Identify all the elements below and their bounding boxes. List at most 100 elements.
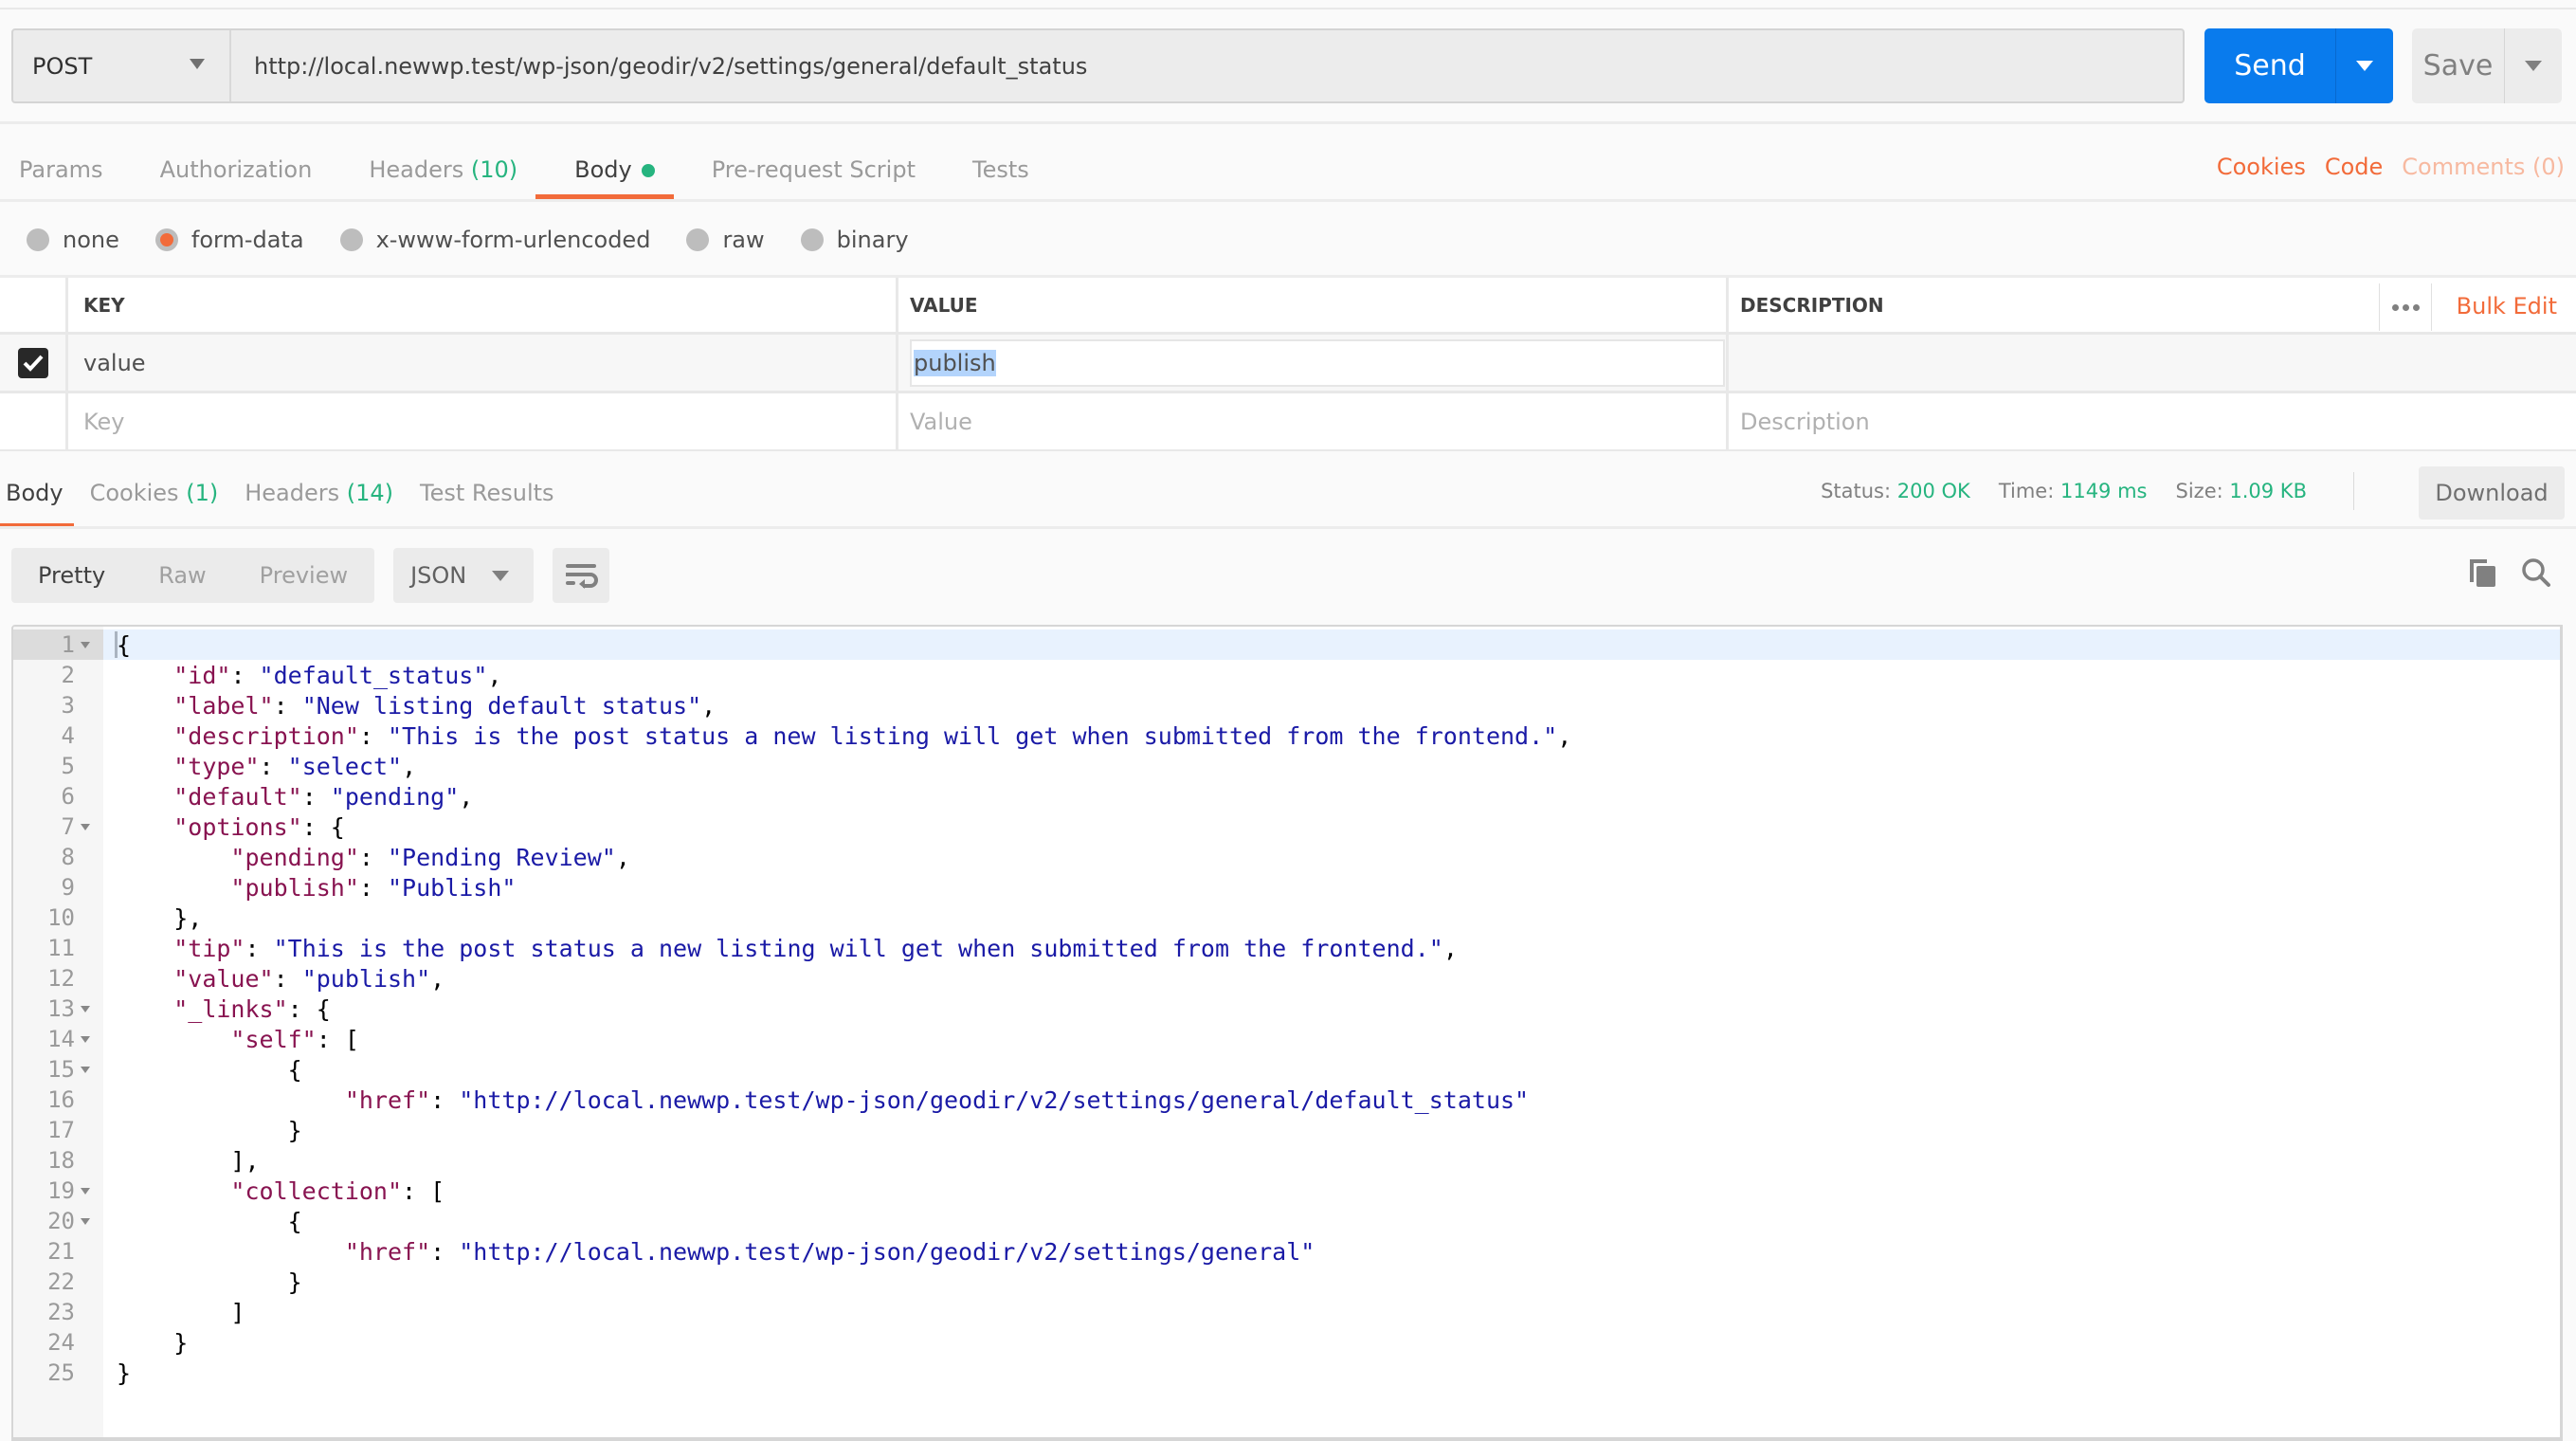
json-punctuation: { <box>287 1055 302 1084</box>
json-key: "value" <box>173 964 274 993</box>
response-tab-test-results[interactable]: Test Results <box>420 480 554 506</box>
radio-binary[interactable]: binary <box>800 227 909 253</box>
fold-toggle-icon[interactable] <box>81 1187 90 1195</box>
description-input[interactable] <box>1729 335 2576 391</box>
line-number: 10 <box>13 903 103 933</box>
json-punctuation: , <box>487 661 502 689</box>
new-value-input[interactable]: Value <box>898 393 1729 449</box>
save-button[interactable]: Save <box>2412 28 2505 103</box>
json-key: "_links" <box>173 994 288 1023</box>
key-input[interactable]: value <box>68 335 898 391</box>
copy-icon[interactable] <box>2468 557 2496 588</box>
json-key: "pending" <box>230 843 359 871</box>
fold-toggle-icon[interactable] <box>81 1066 90 1073</box>
radio-none[interactable]: none <box>27 227 119 253</box>
line-number-text: 10 <box>47 904 75 931</box>
bulk-edit-link[interactable]: Bulk Edit <box>2457 293 2557 319</box>
tab-label: Params <box>19 156 103 183</box>
row-enabled-checkbox[interactable] <box>17 347 48 378</box>
text-cursor <box>115 631 118 658</box>
send-options-dropdown[interactable] <box>2336 28 2393 103</box>
tab-authorization[interactable]: Authorization <box>160 156 313 183</box>
response-tab-body[interactable]: Body <box>6 480 63 506</box>
line-number: 24 <box>13 1327 103 1358</box>
line-number: 13 <box>13 994 103 1024</box>
response-tab-cookies[interactable]: Cookies (1) <box>90 480 219 506</box>
tab-pre-request-script[interactable]: Pre-request Script <box>712 156 916 183</box>
empty-checkbox-cell <box>0 393 68 449</box>
comments-link[interactable]: Comments (0) <box>2402 154 2565 180</box>
json-punctuation: : <box>430 1237 460 1266</box>
radio-icon <box>686 228 710 251</box>
time-readout: Time: 1149 ms <box>1999 480 2148 502</box>
code-line: 6 "default": "pending", <box>13 781 2560 812</box>
tab-tests[interactable]: Tests <box>972 156 1029 183</box>
value-text-selected: publish <box>914 349 996 376</box>
json-punctuation: : <box>273 964 302 993</box>
tab-count: (10) <box>470 156 518 183</box>
json-punctuation: : <box>245 934 274 962</box>
json-string: "publish" <box>301 964 431 993</box>
tab-params[interactable]: Params <box>19 156 103 183</box>
download-button[interactable]: Download <box>2419 466 2565 520</box>
json-punctuation: } <box>117 1359 132 1387</box>
value-input[interactable]: publish <box>910 338 1725 387</box>
line-number: 17 <box>13 1115 103 1145</box>
json-punctuation: : { <box>301 812 345 841</box>
divider <box>0 526 2576 529</box>
json-key: "id" <box>173 661 231 689</box>
cookies-link[interactable]: Cookies <box>2217 154 2306 180</box>
fold-toggle-icon[interactable] <box>81 1035 90 1043</box>
tab-label: Cookies <box>89 480 179 506</box>
line-number-text: 1 <box>61 631 75 658</box>
code-text: "self": [ <box>103 1026 358 1053</box>
key-text: value <box>83 349 146 376</box>
code-text: "_links": { <box>103 995 331 1023</box>
json-punctuation: { <box>117 630 132 659</box>
send-button[interactable]: Send <box>2204 28 2336 103</box>
json-punctuation: : <box>230 661 260 689</box>
code-text: { <box>103 1056 302 1084</box>
json-punctuation: } <box>173 1328 189 1357</box>
fold-toggle-icon[interactable] <box>81 823 90 830</box>
radio-raw[interactable]: raw <box>686 227 765 253</box>
line-number-text: 9 <box>61 874 75 901</box>
more-options-button[interactable] <box>2379 283 2432 331</box>
code-line: 9 "publish": "Publish" <box>13 872 2560 903</box>
json-punctuation: , <box>430 964 445 993</box>
new-description-input[interactable]: Description <box>1729 393 2576 449</box>
save-options-dropdown[interactable] <box>2505 28 2562 103</box>
radio-form-data[interactable]: form-data <box>154 227 304 253</box>
tab-body[interactable]: Body <box>574 156 655 183</box>
json-string: "pending" <box>330 782 460 811</box>
form-data-table: KEY VALUE DESCRIPTION Bulk Edit value pu… <box>0 275 2576 452</box>
fold-toggle-icon[interactable] <box>81 1217 90 1225</box>
search-icon[interactable] <box>2521 557 2551 588</box>
view-raw[interactable]: Raw <box>158 562 206 589</box>
fold-toggle-icon[interactable] <box>81 641 90 648</box>
method-select[interactable]: POST <box>13 30 231 101</box>
fold-toggle-icon[interactable] <box>81 1005 90 1012</box>
line-number: 21 <box>13 1236 103 1267</box>
view-pretty[interactable]: Pretty <box>38 562 105 589</box>
description-placeholder: Description <box>1740 408 1870 435</box>
line-number-text: 5 <box>61 753 75 779</box>
radio-x-www-form-urlencoded[interactable]: x-www-form-urlencoded <box>339 227 650 253</box>
view-preview[interactable]: Preview <box>260 562 348 589</box>
code-link[interactable]: Code <box>2325 154 2383 180</box>
code-text: "label": "New listing default status", <box>103 692 716 720</box>
url-input[interactable]: http://local.newwp.test/wp-json/geodir/v… <box>231 30 2183 101</box>
line-number-text: 23 <box>47 1299 75 1325</box>
response-tab-headers[interactable]: Headers (14) <box>245 480 393 506</box>
json-key: "type" <box>173 752 260 780</box>
json-string: "http://local.newwp.test/wp-json/geodir/… <box>459 1085 1530 1114</box>
new-key-input[interactable]: Key <box>68 393 898 449</box>
format-select[interactable]: JSON <box>393 548 535 603</box>
tab-headers[interactable]: Headers (10) <box>369 156 517 183</box>
wrap-lines-button[interactable] <box>553 548 610 603</box>
line-number-text: 20 <box>47 1208 75 1234</box>
response-body-editor[interactable]: 1{2 "id": "default_status", 3 "label": "N… <box>11 625 2563 1441</box>
line-number: 22 <box>13 1267 103 1297</box>
code-text: "tip": "This is the post status a new li… <box>103 935 1458 962</box>
line-number: 18 <box>13 1145 103 1176</box>
